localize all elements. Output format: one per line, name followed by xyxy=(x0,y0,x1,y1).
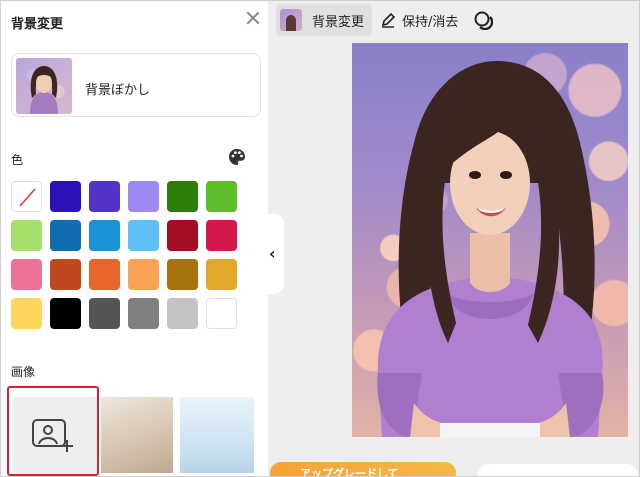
color-swatch[interactable] xyxy=(167,181,198,212)
blur-option-label: 背景ぼかし xyxy=(85,83,151,98)
background-change-panel: 背景変更 背景ぼかし 色 画像 xyxy=(1,1,268,476)
color-swatch[interactable] xyxy=(128,220,159,251)
background-thumbnail-icon xyxy=(280,9,302,31)
color-swatch[interactable] xyxy=(11,298,42,329)
color-swatch[interactable] xyxy=(128,181,159,212)
tab-keep-erase[interactable]: 保持/消去 xyxy=(380,4,458,36)
blur-thumbnail xyxy=(16,58,72,114)
color-swatch[interactable] xyxy=(89,220,120,251)
color-swatch[interactable] xyxy=(128,259,159,290)
background-image-sky[interactable] xyxy=(180,397,254,473)
color-swatch[interactable] xyxy=(50,298,81,329)
color-swatch[interactable] xyxy=(11,259,42,290)
color-swatch[interactable] xyxy=(50,220,81,251)
color-swatch[interactable] xyxy=(128,298,159,329)
color-swatch[interactable] xyxy=(206,298,237,329)
color-swatch[interactable] xyxy=(206,181,237,212)
color-swatch[interactable] xyxy=(89,259,120,290)
overlay-toggle-button[interactable] xyxy=(473,4,495,36)
swatch-no-color[interactable] xyxy=(11,181,42,212)
color-swatch[interactable] xyxy=(89,181,120,212)
tab-background-change-label: 背景変更 xyxy=(312,14,365,30)
color-swatch[interactable] xyxy=(206,259,237,290)
color-swatch[interactable] xyxy=(206,220,237,251)
overlay-circles-icon xyxy=(474,11,493,30)
close-icon[interactable] xyxy=(244,9,262,27)
tab-keep-erase-label: 保持/消去 xyxy=(402,14,459,30)
color-swatch[interactable] xyxy=(167,298,198,329)
background-image-beige[interactable] xyxy=(101,397,173,473)
background-blur-option[interactable]: 背景ぼかし xyxy=(11,53,261,117)
image-section-label: 画像 xyxy=(11,365,36,379)
upgrade-button[interactable]: アップグレードして xyxy=(270,462,456,477)
color-swatch[interactable] xyxy=(167,259,198,290)
brush-icon xyxy=(381,12,396,28)
bottom-control[interactable] xyxy=(478,464,638,477)
portrait-image xyxy=(377,61,604,437)
color-swatch[interactable] xyxy=(50,181,81,212)
color-swatch[interactable] xyxy=(167,220,198,251)
upload-image-highlight xyxy=(7,386,99,476)
color-section-label: 色 xyxy=(11,153,24,167)
chevron-left-icon: ‹ xyxy=(269,244,276,263)
color-swatch[interactable] xyxy=(50,259,81,290)
collapse-panel-button[interactable]: ‹ xyxy=(266,214,284,294)
color-swatch[interactable] xyxy=(11,220,42,251)
color-palette-icon[interactable] xyxy=(228,148,246,166)
tab-background-change[interactable]: 背景変更 xyxy=(276,4,372,36)
photo-canvas[interactable] xyxy=(352,43,628,437)
panel-title: 背景変更 xyxy=(11,17,64,32)
color-swatch[interactable] xyxy=(89,298,120,329)
